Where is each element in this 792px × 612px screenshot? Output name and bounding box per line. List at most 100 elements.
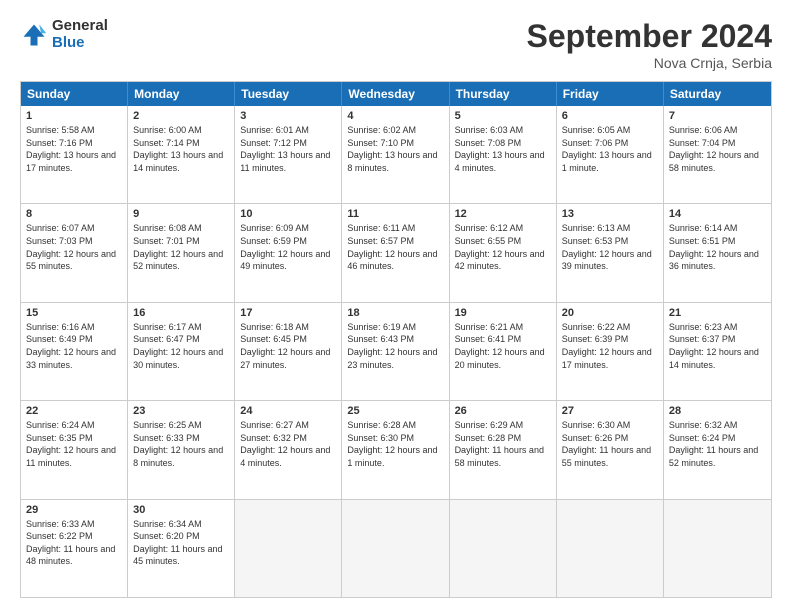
calendar-cell: 9 Sunrise: 6:08 AMSunset: 7:01 PMDaylight… — [128, 204, 235, 301]
header-saturday: Saturday — [664, 82, 771, 106]
day-info: Sunrise: 6:03 AMSunset: 7:08 PMDaylight:… — [455, 124, 551, 174]
day-number: 29 — [26, 504, 122, 516]
day-number: 27 — [562, 405, 658, 417]
calendar-cell: 25 Sunrise: 6:28 AMSunset: 6:30 PMDayligh… — [342, 401, 449, 498]
day-number: 9 — [133, 208, 229, 220]
calendar-cell — [664, 500, 771, 597]
day-number: 4 — [347, 110, 443, 122]
day-info: Sunrise: 6:11 AMSunset: 6:57 PMDaylight:… — [347, 222, 443, 272]
title-block: September 2024 Nova Crnja, Serbia — [527, 18, 772, 71]
calendar-cell — [557, 500, 664, 597]
header-friday: Friday — [557, 82, 664, 106]
calendar-cell: 23Sunrise: 6:25 AMSunset: 6:33 PMDayligh… — [128, 401, 235, 498]
day-info: Sunrise: 6:21 AMSunset: 6:41 PMDaylight:… — [455, 321, 551, 371]
day-number: 14 — [669, 208, 766, 220]
day-info: Sunrise: 6:16 AMSunset: 6:49 PMDaylight:… — [26, 321, 122, 371]
day-info: Sunrise: 6:33 AMSunset: 6:22 PMDaylight:… — [26, 518, 122, 568]
day-info: Sunrise: 6:08 AMSunset: 7:01 PMDaylight:… — [133, 222, 229, 272]
calendar-cell — [342, 500, 449, 597]
calendar-cell: 13 Sunrise: 6:13 AMSunset: 6:53 PMDayligh… — [557, 204, 664, 301]
calendar-cell: 21 Sunrise: 6:23 AMSunset: 6:37 PMDayligh… — [664, 303, 771, 400]
day-info: Sunrise: 6:24 AMSunset: 6:35 PMDaylight:… — [26, 419, 122, 469]
header-tuesday: Tuesday — [235, 82, 342, 106]
day-info: Sunrise: 6:19 AMSunset: 6:43 PMDaylight:… — [347, 321, 443, 371]
calendar-cell: 14Sunrise: 6:14 AMSunset: 6:51 PMDayligh… — [664, 204, 771, 301]
day-number: 12 — [455, 208, 551, 220]
day-number: 28 — [669, 405, 766, 417]
day-number: 13 — [562, 208, 658, 220]
day-info: Sunrise: 6:18 AMSunset: 6:45 PMDaylight:… — [240, 321, 336, 371]
day-number: 21 — [669, 307, 766, 319]
title-month: September 2024 — [527, 18, 772, 55]
logo: General Blue — [20, 18, 108, 51]
day-info: Sunrise: 6:01 AMSunset: 7:12 PMDaylight:… — [240, 124, 336, 174]
calendar-header: Sunday Monday Tuesday Wednesday Thursday… — [21, 82, 771, 106]
calendar-row: 15 Sunrise: 6:16 AMSunset: 6:49 PMDayligh… — [21, 302, 771, 400]
day-number: 2 — [133, 110, 229, 122]
day-number: 3 — [240, 110, 336, 122]
calendar-cell: 12 Sunrise: 6:12 AMSunset: 6:55 PMDayligh… — [450, 204, 557, 301]
header-wednesday: Wednesday — [342, 82, 449, 106]
day-number: 18 — [347, 307, 443, 319]
calendar-cell: 17 Sunrise: 6:18 AMSunset: 6:45 PMDayligh… — [235, 303, 342, 400]
calendar-cell: 11 Sunrise: 6:11 AMSunset: 6:57 PMDayligh… — [342, 204, 449, 301]
calendar-cell: 18 Sunrise: 6:19 AMSunset: 6:43 PMDayligh… — [342, 303, 449, 400]
day-number: 11 — [347, 208, 443, 220]
day-info: Sunrise: 6:23 AMSunset: 6:37 PMDaylight:… — [669, 321, 766, 371]
calendar-cell: 20 Sunrise: 6:22 AMSunset: 6:39 PMDayligh… — [557, 303, 664, 400]
calendar-cell: 28 Sunrise: 6:32 AMSunset: 6:24 PMDayligh… — [664, 401, 771, 498]
day-info: Sunrise: 6:05 AMSunset: 7:06 PMDaylight:… — [562, 124, 658, 174]
day-number: 26 — [455, 405, 551, 417]
day-number: 23 — [133, 405, 229, 417]
day-number: 1 — [26, 110, 122, 122]
day-number: 15 — [26, 307, 122, 319]
calendar: Sunday Monday Tuesday Wednesday Thursday… — [20, 81, 772, 598]
calendar-cell: 6 Sunrise: 6:05 AMSunset: 7:06 PMDaylight… — [557, 106, 664, 203]
day-info: Sunrise: 6:02 AMSunset: 7:10 PMDaylight:… — [347, 124, 443, 174]
day-number: 24 — [240, 405, 336, 417]
calendar-cell: 7 Sunrise: 6:06 AMSunset: 7:04 PMDaylight… — [664, 106, 771, 203]
calendar-cell: 30 Sunrise: 6:34 AMSunset: 6:20 PMDayligh… — [128, 500, 235, 597]
day-info: Sunrise: 6:17 AMSunset: 6:47 PMDaylight:… — [133, 321, 229, 371]
logo-text: General Blue — [52, 18, 108, 51]
header-monday: Monday — [128, 82, 235, 106]
day-number: 7 — [669, 110, 766, 122]
calendar-cell: 8 Sunrise: 6:07 AMSunset: 7:03 PMDaylight… — [21, 204, 128, 301]
calendar-cell: 22 Sunrise: 6:24 AMSunset: 6:35 PMDayligh… — [21, 401, 128, 498]
day-info: Sunrise: 6:07 AMSunset: 7:03 PMDaylight:… — [26, 222, 122, 272]
header-thursday: Thursday — [450, 82, 557, 106]
logo-blue-label: Blue — [52, 35, 108, 52]
calendar-cell: 27Sunrise: 6:30 AMSunset: 6:26 PMDayligh… — [557, 401, 664, 498]
calendar-cell: 5Sunrise: 6:03 AMSunset: 7:08 PMDaylight… — [450, 106, 557, 203]
day-number: 25 — [347, 405, 443, 417]
calendar-cell: 1Sunrise: 5:58 AMSunset: 7:16 PMDaylight… — [21, 106, 128, 203]
calendar-cell: 3 Sunrise: 6:01 AMSunset: 7:12 PMDaylight… — [235, 106, 342, 203]
day-number: 8 — [26, 208, 122, 220]
page: General Blue September 2024 Nova Crnja, … — [0, 0, 792, 612]
calendar-cell: 16Sunrise: 6:17 AMSunset: 6:47 PMDayligh… — [128, 303, 235, 400]
day-info: Sunrise: 6:28 AMSunset: 6:30 PMDaylight:… — [347, 419, 443, 469]
calendar-cell: 29 Sunrise: 6:33 AMSunset: 6:22 PMDayligh… — [21, 500, 128, 597]
title-location: Nova Crnja, Serbia — [527, 55, 772, 71]
day-number: 30 — [133, 504, 229, 516]
day-info: Sunrise: 6:13 AMSunset: 6:53 PMDaylight:… — [562, 222, 658, 272]
day-info: Sunrise: 6:09 AMSunset: 6:59 PMDaylight:… — [240, 222, 336, 272]
day-info: Sunrise: 6:27 AMSunset: 6:32 PMDaylight:… — [240, 419, 336, 469]
day-number: 22 — [26, 405, 122, 417]
day-info: Sunrise: 6:22 AMSunset: 6:39 PMDaylight:… — [562, 321, 658, 371]
header: General Blue September 2024 Nova Crnja, … — [20, 18, 772, 71]
day-number: 19 — [455, 307, 551, 319]
calendar-cell: 2 Sunrise: 6:00 AMSunset: 7:14 PMDaylight… — [128, 106, 235, 203]
day-number: 6 — [562, 110, 658, 122]
day-number: 20 — [562, 307, 658, 319]
calendar-cell: 4 Sunrise: 6:02 AMSunset: 7:10 PMDaylight… — [342, 106, 449, 203]
calendar-row: 1Sunrise: 5:58 AMSunset: 7:16 PMDaylight… — [21, 106, 771, 203]
day-info: Sunrise: 6:12 AMSunset: 6:55 PMDaylight:… — [455, 222, 551, 272]
day-number: 17 — [240, 307, 336, 319]
header-sunday: Sunday — [21, 82, 128, 106]
day-info: Sunrise: 6:00 AMSunset: 7:14 PMDaylight:… — [133, 124, 229, 174]
day-info: Sunrise: 6:32 AMSunset: 6:24 PMDaylight:… — [669, 419, 766, 469]
day-info: Sunrise: 6:34 AMSunset: 6:20 PMDaylight:… — [133, 518, 229, 568]
calendar-body: 1Sunrise: 5:58 AMSunset: 7:16 PMDaylight… — [21, 106, 771, 597]
day-info: Sunrise: 6:06 AMSunset: 7:04 PMDaylight:… — [669, 124, 766, 174]
